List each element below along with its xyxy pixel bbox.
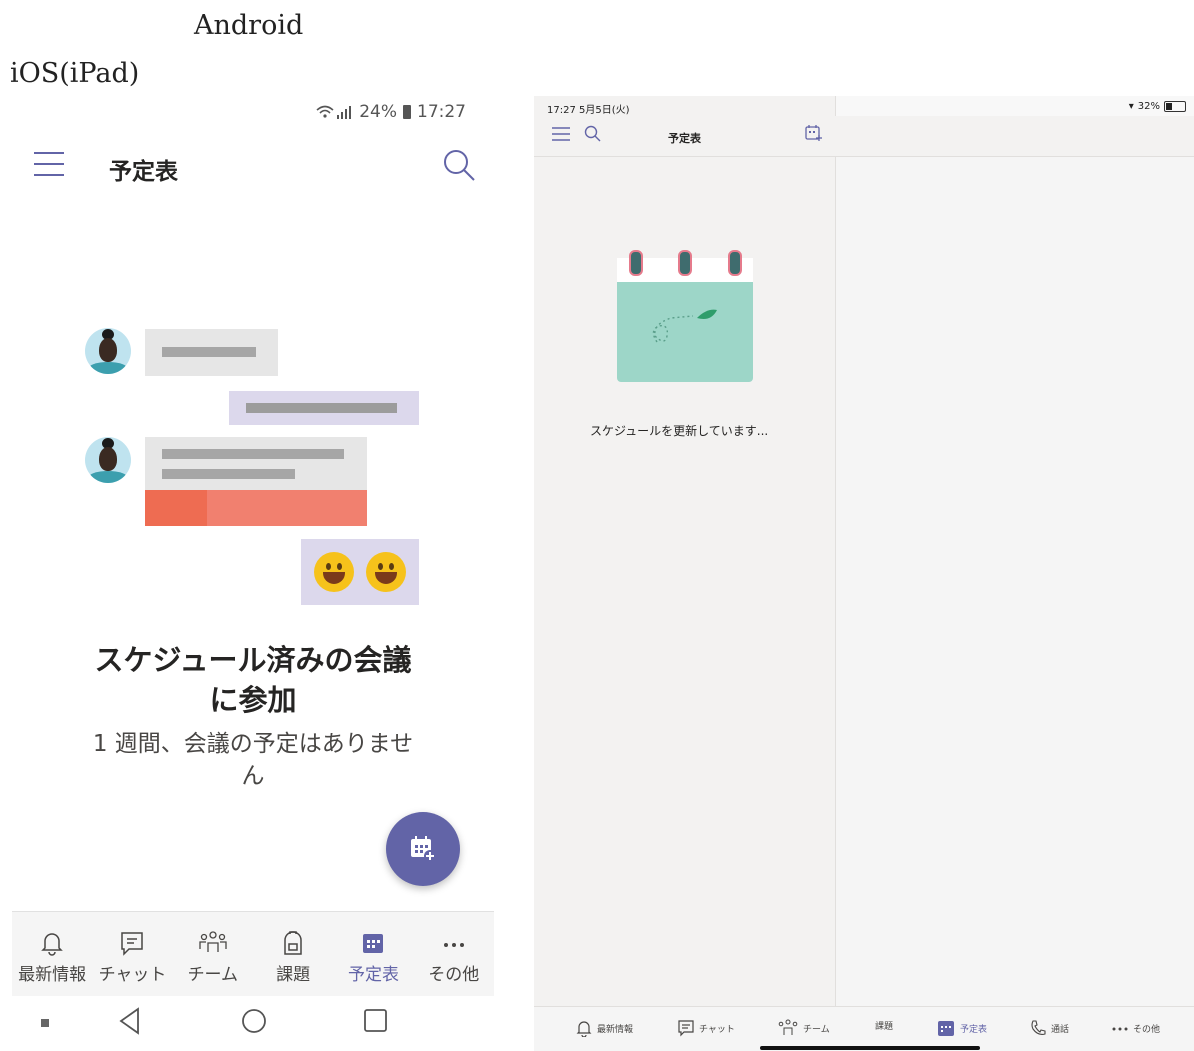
nav-label: チーム bbox=[803, 1024, 830, 1035]
nav-more[interactable]: その他 bbox=[414, 912, 494, 996]
message-bubble bbox=[145, 329, 278, 376]
smile-emoji-icon bbox=[314, 552, 354, 592]
nav-label: 最新情報 bbox=[18, 965, 87, 985]
leaf-icon bbox=[652, 309, 717, 343]
page-title: 予定表 bbox=[668, 132, 701, 145]
phone-icon bbox=[1031, 1020, 1046, 1035]
battery-icon bbox=[1164, 101, 1186, 112]
nav-label: 予定表 bbox=[960, 1024, 988, 1035]
nav-activity[interactable]: 最新情報 bbox=[12, 912, 92, 996]
android-caption: Android bbox=[194, 10, 304, 41]
backpack-icon bbox=[284, 931, 302, 955]
nav-label: 通話 bbox=[1051, 1024, 1070, 1035]
empty-state-heading: スケジュール済みの会議に参加 bbox=[94, 643, 412, 717]
android-bottom-nav: 最新情報 チャット チーム 課題 予定表 その他 bbox=[12, 911, 494, 996]
ipad-app-bar: 予定表 bbox=[534, 116, 1194, 157]
nav-label: チーム bbox=[187, 965, 239, 985]
nav-label: 最新情報 bbox=[597, 1024, 634, 1035]
recents-dot-icon[interactable] bbox=[41, 1019, 49, 1027]
nav-label: 課題 bbox=[276, 965, 311, 985]
search-icon[interactable] bbox=[584, 125, 601, 142]
chat-icon bbox=[121, 932, 144, 956]
nav-label: チャット bbox=[98, 965, 167, 985]
android-app-bar: 予定表 bbox=[12, 144, 494, 188]
nav-calls[interactable]: 通話 bbox=[1030, 1019, 1069, 1037]
loading-text: スケジュールを更新しています... bbox=[590, 424, 769, 438]
nav-assignments[interactable]: 課題 bbox=[875, 1019, 893, 1032]
search-icon[interactable] bbox=[442, 148, 476, 182]
nav-calendar[interactable]: 予定表 bbox=[333, 912, 413, 996]
chat-icon bbox=[678, 1020, 694, 1037]
overview-icon[interactable] bbox=[363, 1007, 389, 1035]
nav-chat[interactable]: チャット bbox=[678, 1019, 735, 1037]
nav-more[interactable]: その他 bbox=[1112, 1019, 1160, 1037]
nav-assignments[interactable]: 課題 bbox=[253, 912, 333, 996]
ipad-bottom-nav: 最新情報 チャット チーム 課題 予定表 通話 その他 bbox=[534, 1006, 1194, 1051]
nav-label: その他 bbox=[1133, 1024, 1161, 1035]
android-system-nav bbox=[12, 995, 494, 1050]
emoji-bubble bbox=[301, 539, 419, 605]
page-title: 予定表 bbox=[109, 159, 178, 185]
nav-label: その他 bbox=[428, 965, 480, 985]
nav-chat[interactable]: チャット bbox=[92, 912, 172, 996]
bell-icon bbox=[576, 1021, 592, 1037]
calendar-add-icon bbox=[411, 836, 436, 862]
android-status-bar: 24% 17:27 bbox=[315, 102, 466, 122]
calendar-add-icon[interactable] bbox=[805, 124, 823, 142]
message-bubble bbox=[145, 437, 367, 526]
more-icon bbox=[1112, 1027, 1128, 1031]
wifi-signal-icon bbox=[316, 105, 352, 119]
ipad-list-pane bbox=[534, 96, 836, 1006]
new-meeting-button[interactable] bbox=[386, 812, 460, 886]
ipad-status-right: ▾ 32% bbox=[1129, 101, 1186, 112]
back-icon[interactable] bbox=[118, 1007, 142, 1035]
android-screen: 24% 17:27 予定表 スケジュール済みの会議に参加 1 週間、会議の予定は… bbox=[12, 96, 494, 1050]
teams-icon bbox=[199, 931, 227, 952]
teams-icon bbox=[778, 1019, 798, 1035]
menu-icon[interactable] bbox=[34, 152, 64, 178]
nav-label: 課題 bbox=[875, 1022, 894, 1032]
avatar bbox=[85, 328, 131, 374]
message-bubble bbox=[229, 391, 419, 425]
nav-activity[interactable]: 最新情報 bbox=[576, 1019, 633, 1037]
nav-teams[interactable]: チーム bbox=[173, 912, 253, 996]
home-icon[interactable] bbox=[240, 1007, 268, 1035]
wifi-icon: ▾ bbox=[1128, 101, 1134, 112]
smile-emoji-icon bbox=[366, 552, 406, 592]
battery-percent: 24% bbox=[359, 102, 397, 122]
ios-caption: iOS(iPad) bbox=[10, 58, 140, 89]
menu-icon[interactable] bbox=[552, 127, 570, 141]
battery-icon bbox=[403, 105, 411, 119]
nav-teams[interactable]: チーム bbox=[778, 1019, 830, 1037]
more-icon bbox=[443, 943, 464, 947]
nav-label: チャット bbox=[699, 1024, 735, 1035]
calendar-icon bbox=[938, 1021, 954, 1036]
battery-percent: 32% bbox=[1137, 101, 1160, 112]
empty-state-illustration bbox=[82, 324, 432, 614]
status-time: 17:27 bbox=[417, 102, 466, 122]
home-indicator[interactable] bbox=[760, 1046, 980, 1050]
nav-label: 予定表 bbox=[347, 965, 399, 985]
calendar-icon bbox=[363, 934, 384, 953]
empty-state-subtext: 1 週間、会議の予定はありません bbox=[92, 731, 414, 789]
bell-icon bbox=[41, 933, 63, 956]
calendar-loading-illustration bbox=[617, 250, 753, 382]
ipad-status-time: 17:27 5月5日(火) bbox=[547, 105, 630, 116]
ipad-screen: 予定表 17:27 5月5日(火) ▾ 32% スケジュールを更新しています..… bbox=[534, 96, 1194, 1051]
nav-calendar[interactable]: 予定表 bbox=[937, 1019, 987, 1037]
avatar bbox=[85, 437, 131, 483]
